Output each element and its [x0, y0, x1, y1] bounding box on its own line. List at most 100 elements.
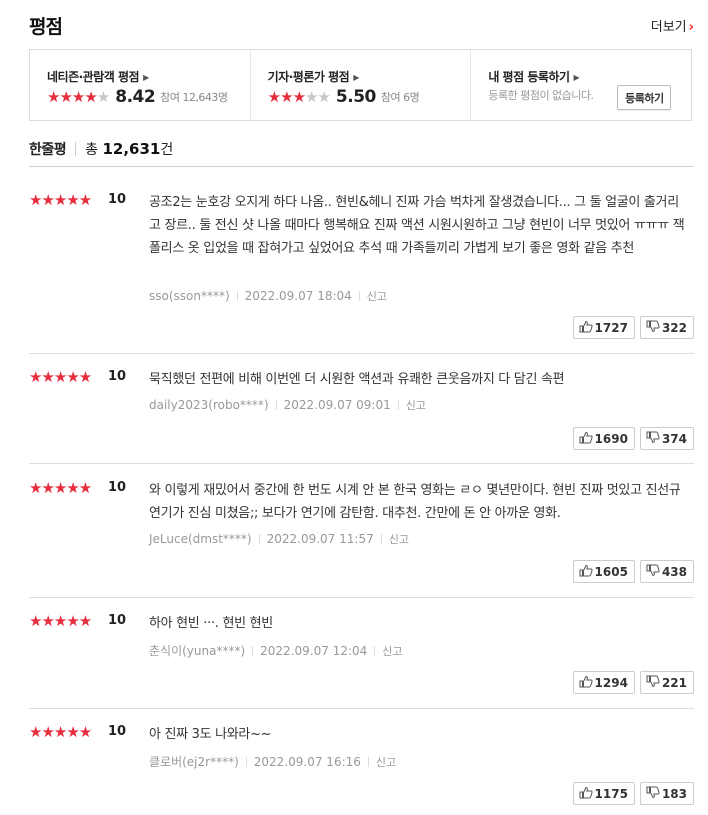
review-votes: 1175 183 — [572, 782, 694, 805]
dislike-button[interactable]: 438 — [639, 560, 694, 583]
thumbs-up-icon — [579, 431, 595, 447]
dislike-button[interactable]: 322 — [639, 316, 694, 339]
review-text: 아 진짜 3도 나와라~~ — [149, 727, 272, 742]
review-date: 2022.09.07 12:04 — [260, 644, 368, 658]
star-off-icons: ★★ — [305, 88, 331, 106]
one-line-label: 한줄평 — [29, 142, 67, 158]
review-score: 10 — [108, 369, 127, 384]
thumbs-up-icon — [579, 786, 595, 802]
star-on-icons: ★★★★ — [47, 88, 98, 106]
like-button[interactable]: 1690 — [572, 427, 635, 450]
divider — [29, 597, 694, 598]
review-stars: ★★★★★ — [29, 479, 92, 497]
dislike-button[interactable]: 221 — [639, 671, 694, 694]
total-count: 12,631 — [102, 140, 161, 158]
netizen-participants: 참여 12,643명 — [160, 91, 228, 104]
arrow-right-icon: ▶ — [143, 73, 149, 82]
dislike-count: 221 — [661, 675, 687, 690]
divider — [29, 353, 694, 354]
review-text: 하아 현빈 ···. 현빈 현빈 — [149, 616, 273, 631]
review-meta: daily2023(robo****) 2022.09.07 09:01 신고 — [149, 397, 426, 413]
critic-score: 5.50 — [335, 87, 376, 107]
review-text: 묵직했던 전편에 비해 이번엔 더 시원한 액션과 유쾌한 큰웃음까지 다 담긴… — [149, 372, 565, 387]
divider — [29, 463, 694, 464]
review-user[interactable]: 춘식이(yuna****) — [149, 644, 245, 658]
review-user[interactable]: 클로버(ej2r****) — [149, 755, 239, 769]
chevron-right-icon: › — [688, 20, 694, 35]
review-votes: 1294 221 — [572, 671, 694, 694]
report-link[interactable]: 신고 — [406, 399, 426, 412]
critic-rating-box: 기자·평론가 평점 ▶ ★★★★★ 5.50 참여 6명 — [251, 50, 472, 120]
dislike-count: 438 — [661, 564, 687, 579]
like-button[interactable]: 1727 — [572, 316, 635, 339]
review-meta: 춘식이(yuna****) 2022.09.07 12:04 신고 — [149, 642, 403, 659]
review-item: ★★★★★ 10 아 진짜 3도 나와라~~ 클로버(ej2r****) 2022… — [29, 723, 694, 808]
report-link[interactable]: 신고 — [376, 756, 396, 769]
review-user[interactable]: daily2023(robo****) — [149, 398, 269, 412]
dislike-button[interactable]: 374 — [639, 427, 694, 450]
like-button[interactable]: 1605 — [572, 560, 635, 583]
arrow-right-icon: ▶ — [353, 73, 359, 82]
star-off-icons: ★ — [96, 88, 110, 106]
netizen-star-rating: ★★★★★ — [47, 88, 110, 106]
review-item: ★★★★★ 10 와 이렇게 재밌어서 중간에 한 번도 시계 안 본 한국 영… — [29, 479, 694, 584]
report-link[interactable]: 신고 — [382, 645, 402, 658]
thumbs-up-icon — [579, 564, 595, 580]
critic-participants: 참여 6명 — [380, 91, 420, 104]
review-item: ★★★★★ 10 하아 현빈 ···. 현빈 현빈 춘식이(yuna****) 2… — [29, 612, 694, 697]
dislike-count: 374 — [661, 431, 687, 446]
review-score: 10 — [108, 480, 127, 495]
critic-rating-link[interactable]: 기자·평론가 평점 ▶ — [267, 68, 360, 85]
review-user[interactable]: JeLuce(dmst****) — [149, 532, 252, 546]
dislike-button[interactable]: 183 — [639, 782, 694, 805]
thumbs-down-icon — [646, 675, 662, 691]
netizen-score: 8.42 — [115, 87, 156, 107]
like-button[interactable]: 1294 — [572, 671, 635, 694]
review-score: 10 — [108, 724, 127, 739]
my-rating-box: 내 평점 등록하기 ▶ 등록한 평점이 없습니다. 등록하기 — [471, 50, 691, 120]
review-date: 2022.09.07 18:04 — [244, 289, 352, 303]
my-rating-empty-text: 등록한 평점이 없습니다. — [488, 89, 594, 102]
dislike-count: 322 — [661, 320, 687, 335]
netizen-rating-link[interactable]: 네티즌·관람객 평점 ▶ — [47, 68, 149, 85]
netizen-rating-label: 네티즌·관람객 평점 — [47, 70, 140, 84]
divider — [29, 708, 694, 709]
review-meta: sso(sson****) 2022.09.07 18:04 신고 — [149, 288, 387, 304]
my-rating-link[interactable]: 내 평점 등록하기 ▶ — [488, 68, 579, 85]
review-meta: JeLuce(dmst****) 2022.09.07 11:57 신고 — [149, 531, 409, 547]
review-votes: 1605 438 — [572, 560, 694, 583]
review-text: 공조2는 눈호강 오지게 하다 나옴.. 현빈&헤니 진짜 가슴 벅차게 잘생겼… — [149, 195, 685, 256]
divider — [29, 166, 694, 167]
register-rating-button[interactable]: 등록하기 — [617, 85, 672, 110]
review-score: 10 — [108, 192, 127, 207]
total-suffix: 건 — [160, 142, 174, 158]
review-user[interactable]: sso(sson****) — [149, 289, 230, 303]
review-text: 와 이렇게 재밌어서 중간에 한 번도 시계 안 본 한국 영화는 ㄹㅇ 몇년만… — [149, 483, 681, 521]
rating-summary: 네티즌·관람객 평점 ▶ ★★★★★ 8.42 참여 12,643명 기자·평론가… — [29, 49, 692, 121]
thumbs-up-icon — [579, 675, 595, 691]
report-link[interactable]: 신고 — [367, 290, 387, 303]
review-item: ★★★★★ 10 공조2는 눈호강 오지게 하다 나옴.. 현빈&헤니 진짜 가… — [29, 191, 694, 341]
review-stars: ★★★★★ — [29, 368, 92, 386]
report-link[interactable]: 신고 — [389, 533, 409, 546]
my-rating-label: 내 평점 등록하기 — [488, 70, 570, 84]
critic-rating-label: 기자·평론가 평점 — [267, 70, 350, 84]
review-date: 2022.09.07 11:57 — [266, 532, 374, 546]
review-stars: ★★★★★ — [29, 191, 92, 209]
review-date: 2022.09.07 16:16 — [253, 755, 361, 769]
dislike-count: 183 — [661, 786, 687, 801]
like-button[interactable]: 1175 — [572, 782, 635, 805]
review-date: 2022.09.07 09:01 — [283, 398, 391, 412]
review-stars: ★★★★★ — [29, 612, 92, 630]
like-count: 1727 — [594, 320, 628, 335]
like-count: 1605 — [594, 564, 628, 579]
thumbs-down-icon — [646, 320, 662, 336]
page-title: 평점 — [29, 16, 63, 38]
thumbs-down-icon — [646, 431, 662, 447]
thumbs-up-icon — [579, 320, 595, 336]
more-link[interactable]: 더보기 › — [651, 16, 694, 35]
review-item: ★★★★★ 10 묵직했던 전편에 비해 이번엔 더 시원한 액션과 유쾌한 큰… — [29, 368, 694, 453]
arrow-right-icon: ▶ — [573, 73, 580, 82]
more-label: 더보기 — [650, 20, 687, 35]
review-score: 10 — [108, 613, 127, 628]
